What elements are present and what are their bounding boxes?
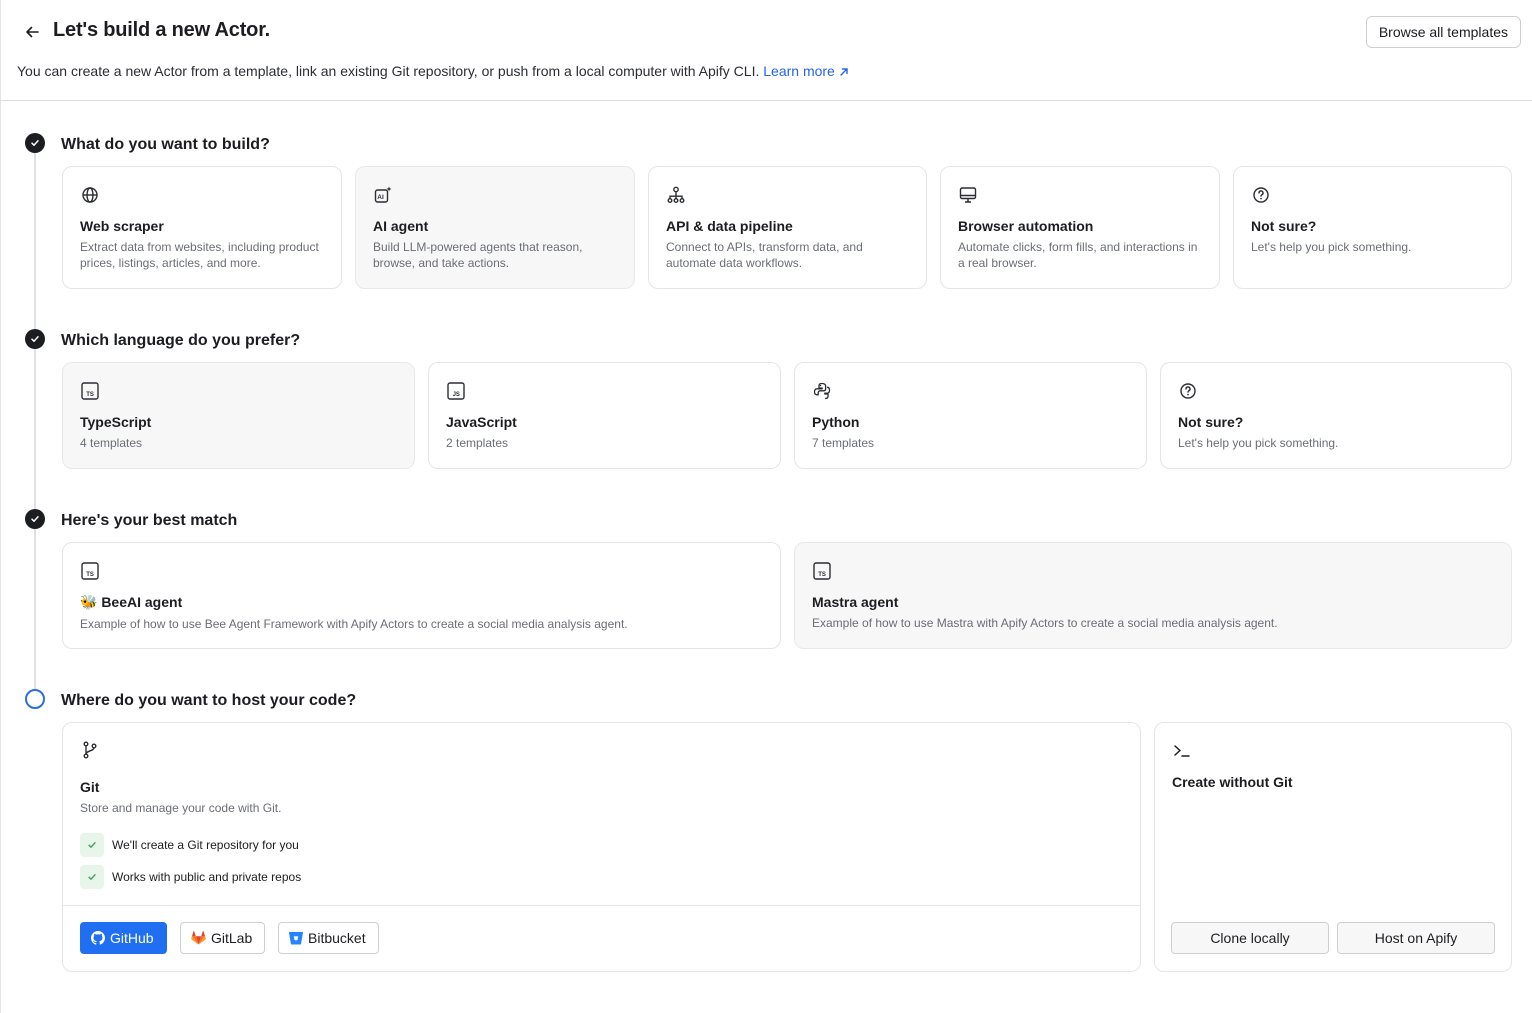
page-header: Let's build a new Actor. You can create … (0, 0, 1532, 101)
learn-more-label: Learn more (763, 63, 835, 79)
option-description: Automate clicks, form fills, and interac… (958, 240, 1198, 270)
typescript-icon: TS (81, 382, 99, 400)
option-title: TypeScript (80, 414, 152, 430)
step-title-build: What do you want to build? (61, 136, 270, 153)
github-label: GitHub (110, 930, 154, 946)
divider (63, 905, 1140, 906)
gitlab-label: GitLab (211, 930, 253, 946)
svg-text:TS: TS (818, 572, 826, 578)
template-title: Mastra agent (812, 594, 899, 610)
step-complete-indicator (25, 329, 45, 349)
step-title-language: Which language do you prefer? (61, 332, 301, 349)
option-description: 2 templates (446, 436, 509, 450)
bitbucket-button[interactable]: Bitbucket (278, 922, 379, 954)
terminal-icon (1174, 745, 1190, 757)
python-icon (813, 382, 831, 400)
option-title: Python (812, 414, 860, 430)
option-title: Not sure? (1178, 414, 1244, 430)
option-title: Browser automation (958, 218, 1094, 234)
no-git-title: Create without Git (1172, 774, 1293, 790)
git-description: Store and manage your code with Git. (80, 801, 282, 815)
option-title: Web scraper (80, 218, 164, 234)
learn-more-link[interactable]: Learn more (763, 63, 849, 79)
template-title: 🐝 BeeAI agent (80, 594, 183, 610)
network-icon (667, 186, 685, 203)
option-description: Build LLM-powered agents that reason, br… (373, 240, 583, 270)
option-api-data-pipeline[interactable]: API & data pipeline Connect to APIs, tra… (648, 166, 927, 289)
option-description: Let's help you pick something. (1178, 436, 1339, 450)
monitor-icon (959, 187, 977, 203)
help-circle-icon (1180, 383, 1196, 399)
subtitle-text: You can create a new Actor from a templa… (17, 63, 760, 79)
typescript-icon: TS (81, 562, 99, 580)
step-title-host: Where do you want to host your code? (61, 692, 357, 709)
external-link-icon (840, 68, 848, 76)
git-branch-icon (83, 741, 97, 759)
page-title: Let's build a new Actor. (53, 19, 271, 41)
ai-sparkle-icon: AI (374, 186, 392, 203)
typescript-icon: TS (813, 562, 831, 580)
git-feature: We'll create a Git repository for you (80, 833, 299, 857)
option-description: Let's help you pick something. (1251, 240, 1412, 254)
bitbucket-label: Bitbucket (308, 930, 366, 946)
option-python[interactable]: Python 7 templates (794, 362, 1147, 469)
option-not-sure-language[interactable]: Not sure? Let's help you pick something. (1160, 362, 1512, 469)
host-option-git: Git Store and manage your code with Git.… (62, 722, 1141, 972)
option-javascript[interactable]: JS JavaScript 2 templates (428, 362, 781, 469)
check-icon (80, 865, 104, 889)
svg-text:AI: AI (377, 194, 384, 201)
option-description: 4 templates (80, 436, 143, 450)
git-title: Git (80, 779, 100, 795)
template-beeai-agent[interactable]: TS 🐝 BeeAI agent Example of how to use B… (62, 542, 781, 649)
option-browser-automation[interactable]: Browser automation Automate clicks, form… (940, 166, 1220, 289)
check-icon (31, 516, 39, 522)
arrow-left-icon (26, 26, 39, 38)
check-icon (31, 336, 39, 342)
host-option-no-git: Create without Git Clone locally Host on… (1154, 722, 1512, 972)
step-title-best-match: Here's your best match (61, 512, 238, 529)
option-description: Extract data from websites, including pr… (80, 240, 319, 270)
back-button[interactable] (20, 20, 44, 44)
browse-all-templates-button[interactable]: Browse all templates (1365, 16, 1521, 48)
option-title: API & data pipeline (666, 218, 793, 234)
option-title: AI agent (373, 218, 429, 234)
github-button[interactable]: GitHub (80, 922, 167, 954)
git-feature-label: Works with public and private repos (112, 870, 302, 884)
option-title: Not sure? (1251, 218, 1317, 234)
check-icon (31, 140, 39, 146)
gitlab-button[interactable]: GitLab (180, 922, 266, 954)
globe-icon (82, 187, 98, 203)
template-description: Example of how to use Bee Agent Framewor… (80, 617, 628, 631)
template-mastra-agent[interactable]: TS Mastra agent Example of how to use Ma… (794, 542, 1512, 649)
step-complete-indicator (25, 133, 45, 153)
check-icon (80, 833, 104, 857)
gitlab-icon (191, 931, 206, 945)
javascript-icon: JS (447, 382, 465, 400)
help-circle-icon (1253, 187, 1269, 203)
option-description: 7 templates (812, 436, 875, 450)
svg-text:TS: TS (86, 572, 94, 578)
template-description: Example of how to use Mastra with Apify … (812, 616, 1278, 630)
bitbucket-icon (289, 932, 303, 945)
git-feature: Works with public and private repos (80, 865, 301, 889)
option-not-sure-build[interactable]: Not sure? Let's help you pick something. (1233, 166, 1512, 289)
clone-locally-button[interactable]: Clone locally (1171, 922, 1329, 954)
step-current-indicator (25, 689, 45, 709)
timeline-line (34, 152, 36, 700)
host-on-apify-button[interactable]: Host on Apify (1337, 922, 1495, 954)
page-subtitle: You can create a new Actor from a templa… (17, 63, 849, 79)
github-icon (91, 931, 105, 945)
option-typescript[interactable]: TS TypeScript 4 templates (62, 362, 415, 469)
option-ai-agent[interactable]: AI AI agent Build LLM-powered agents tha… (355, 166, 635, 289)
option-web-scraper[interactable]: Web scraper Extract data from websites, … (62, 166, 342, 289)
git-feature-label: We'll create a Git repository for you (112, 838, 299, 852)
svg-text:TS: TS (86, 392, 94, 398)
left-panel-border (0, 0, 1, 1013)
step-complete-indicator (25, 509, 45, 529)
option-description: Connect to APIs, transform data, and aut… (666, 240, 863, 270)
svg-text:JS: JS (453, 392, 460, 398)
option-title: JavaScript (446, 414, 517, 430)
